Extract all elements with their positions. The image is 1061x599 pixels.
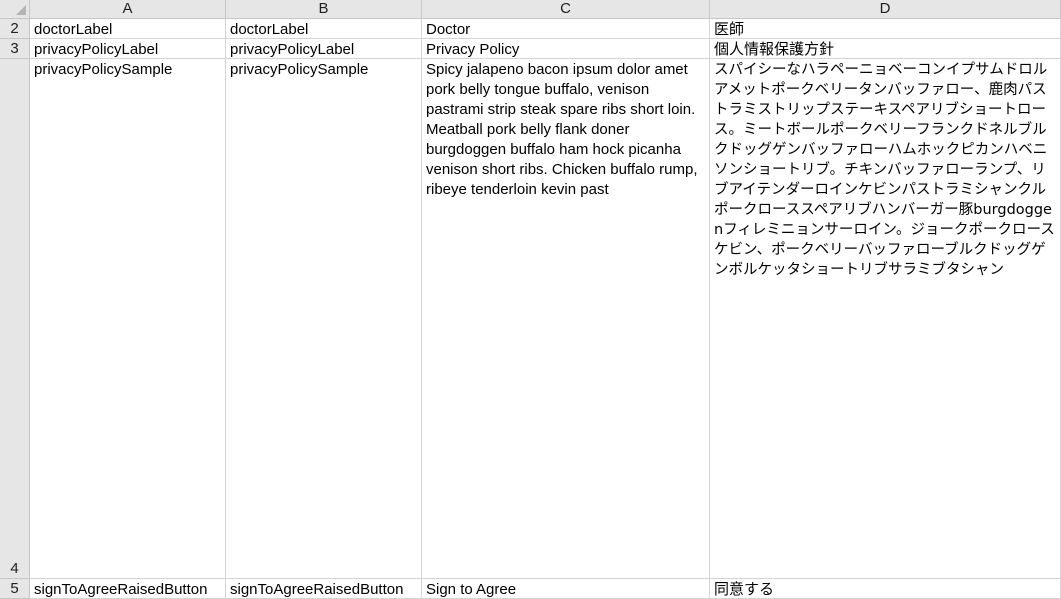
cell-a3[interactable]: privacyPolicyLabel	[30, 39, 226, 59]
cell-d5[interactable]: 同意する	[710, 579, 1061, 599]
column-header-d[interactable]: D	[710, 0, 1061, 19]
row-header-4-label: 4	[10, 560, 19, 577]
cell-c2[interactable]: Doctor	[422, 19, 710, 39]
cell-a5[interactable]: signToAgreeRaisedButton	[30, 579, 226, 599]
column-header-c[interactable]: C	[422, 0, 710, 19]
cell-d2[interactable]: 医師	[710, 19, 1061, 39]
cell-b2[interactable]: doctorLabel	[226, 19, 422, 39]
cell-c4[interactable]: Spicy jalapeno bacon ipsum dolor amet po…	[422, 59, 710, 579]
cell-b3[interactable]: privacyPolicyLabel	[226, 39, 422, 59]
spreadsheet-grid: A B C D 2 3 4 5 doctorLabel doctorLabel …	[0, 0, 1061, 599]
cell-a2[interactable]: doctorLabel	[30, 19, 226, 39]
row-header-2[interactable]: 2	[0, 19, 30, 39]
cell-b4[interactable]: privacyPolicySample	[226, 59, 422, 579]
row-header-5[interactable]: 5	[0, 579, 30, 599]
row-header-4[interactable]: 4	[0, 59, 30, 579]
cell-c3[interactable]: Privacy Policy	[422, 39, 710, 59]
cell-a4[interactable]: privacyPolicySample	[30, 59, 226, 579]
column-header-a[interactable]: A	[30, 0, 226, 19]
row-header-3[interactable]: 3	[0, 39, 30, 59]
select-all-corner[interactable]	[0, 0, 30, 19]
select-all-triangle-icon	[16, 5, 26, 15]
column-header-b[interactable]: B	[226, 0, 422, 19]
cell-d3[interactable]: 個人情報保護方針	[710, 39, 1061, 59]
cell-d4[interactable]: スパイシーなハラペーニョベーコンイプサムドロルアメットポークベリータンバッファロ…	[710, 59, 1061, 579]
cell-b5[interactable]: signToAgreeRaisedButton	[226, 579, 422, 599]
cell-c5[interactable]: Sign to Agree	[422, 579, 710, 599]
